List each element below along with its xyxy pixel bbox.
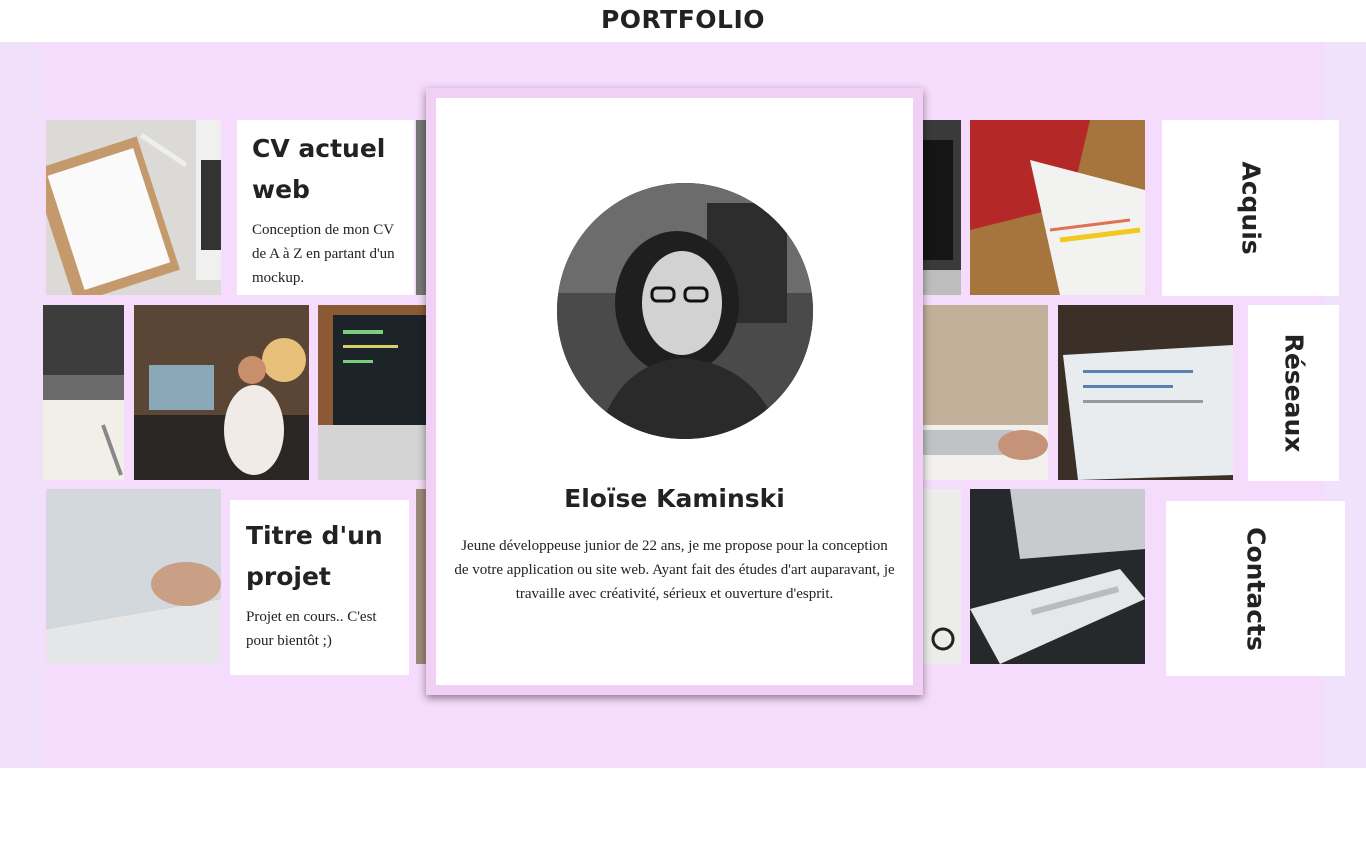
laptop-screen-photo[interactable] bbox=[1058, 305, 1233, 480]
project-card-title: CV actuel web bbox=[252, 134, 386, 204]
profile-card: Eloïse Kaminski Jeune développeuse junio… bbox=[426, 88, 923, 695]
site-title: PORTFOLIO bbox=[600, 5, 766, 34]
header-bar: PORTFOLIO bbox=[0, 0, 1366, 42]
hands-laptop-photo[interactable] bbox=[46, 489, 221, 664]
typing-photo[interactable] bbox=[923, 305, 1048, 480]
nav-contacts-label: Contacts bbox=[1241, 526, 1270, 651]
avatar bbox=[557, 183, 813, 439]
project-card-cv[interactable]: CV actuel web Conception de mon CV de A … bbox=[237, 120, 414, 295]
left-margin bbox=[0, 42, 43, 768]
profile-card-inner: Eloïse Kaminski Jeune développeuse junio… bbox=[436, 98, 913, 685]
notebook-photo[interactable] bbox=[43, 305, 124, 480]
sketch-laptop-photo[interactable] bbox=[970, 120, 1145, 295]
monitor-photo[interactable] bbox=[923, 120, 961, 295]
profile-name: Eloïse Kaminski bbox=[564, 484, 785, 513]
nav-reseaux[interactable]: Réseaux bbox=[1248, 305, 1339, 481]
project-card-upcoming[interactable]: Titre d'un projet Projet en cours.. C'es… bbox=[230, 500, 409, 675]
nav-acquis[interactable]: Acquis bbox=[1162, 120, 1339, 296]
clipboard-photo[interactable] bbox=[46, 120, 221, 295]
project-card-title: Titre d'un projet bbox=[246, 521, 383, 591]
nav-reseaux-label: Réseaux bbox=[1279, 333, 1308, 453]
profile-bio: Jeune développeuse junior de 22 ans, je … bbox=[454, 538, 895, 602]
nav-contacts[interactable]: Contacts bbox=[1166, 501, 1345, 676]
keyboard-photo[interactable] bbox=[970, 489, 1145, 664]
glasses-photo[interactable] bbox=[923, 489, 961, 664]
project-card-description: Projet en cours.. C'est pour bientôt ;) bbox=[246, 609, 377, 649]
project-card-description: Conception de mon CV de A à Z en partant… bbox=[252, 222, 395, 286]
nav-acquis-label: Acquis bbox=[1236, 161, 1265, 255]
gamer-photo[interactable] bbox=[134, 305, 309, 480]
laptop-code-photo[interactable] bbox=[318, 305, 428, 480]
